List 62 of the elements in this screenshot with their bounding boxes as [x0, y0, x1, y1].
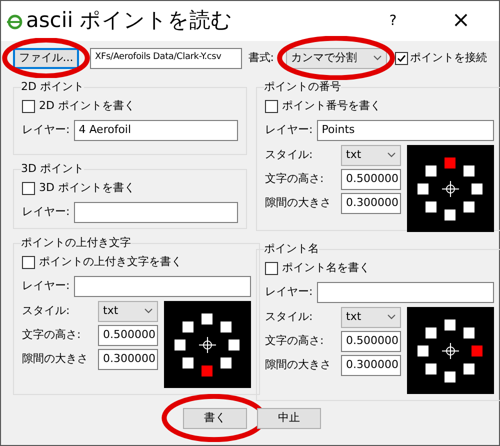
position-preview[interactable]: [164, 300, 251, 388]
checkbox[interactable]: [265, 100, 278, 113]
checkbox[interactable]: [22, 256, 35, 269]
field-label: 隙間の大きさ: [265, 194, 331, 211]
position-preview[interactable]: [407, 306, 494, 394]
checkbox[interactable]: [22, 100, 35, 113]
caret-icon: [144, 308, 153, 314]
checkbox-label: ポイントの上付き文字を書く: [39, 254, 182, 270]
position-preview[interactable]: [407, 144, 494, 232]
input-field[interactable]: [316, 282, 494, 302]
checkbox-label: 2D ポイントを書く: [39, 98, 135, 114]
field-label: スタイル:: [265, 146, 313, 163]
field-label: 文字の高さ:: [265, 170, 324, 187]
caret-icon: [387, 314, 396, 320]
input-field[interactable]: 0.500000: [341, 330, 401, 352]
checkbox-label: ポイント番号を書く: [282, 98, 381, 114]
input-field[interactable]: Points: [316, 120, 494, 140]
help-button[interactable]: ?: [381, 10, 405, 32]
group-title: ポイント名: [264, 241, 319, 257]
caret-icon: [387, 152, 396, 158]
group-title: ポイントの番号: [264, 79, 341, 95]
field-label: レイヤー:: [265, 122, 313, 138]
field-label: 隙間の大きさ: [22, 350, 88, 367]
input-field[interactable]: 0.500000: [341, 168, 401, 190]
input-field[interactable]: 0.500000: [98, 324, 158, 346]
group-title: ポイントの上付き文字: [21, 235, 131, 251]
field-label: レイヤー:: [22, 122, 70, 138]
checkbox-label: ポイントを接続: [410, 50, 487, 66]
caret-icon: [373, 55, 382, 61]
checkbox-label: 3D ポイントを書く: [39, 180, 135, 196]
checkbox[interactable]: [22, 182, 35, 195]
field-label: 隙間の大きさ: [265, 356, 331, 373]
input-field[interactable]: [74, 202, 238, 222]
write-button[interactable]: 書く: [183, 408, 247, 429]
dropdown[interactable]: txt: [98, 300, 158, 322]
input-field[interactable]: 4 Aerofoil: [74, 120, 238, 140]
group-title: 3D ポイント: [21, 161, 84, 177]
window-title: ascii ポイントを読む: [26, 7, 233, 34]
field-label: スタイル:: [22, 302, 70, 319]
input-field[interactable]: XFs/Aerofoils Data/Clark-Y.csv: [90, 48, 242, 68]
input-field[interactable]: 0.300000: [341, 354, 401, 376]
field-label: レイヤー:: [265, 284, 313, 300]
checkbox-label: ポイント名を書く: [282, 260, 370, 276]
field-label: 文字の高さ:: [265, 332, 324, 349]
file-button[interactable]: ファイル...: [13, 48, 79, 68]
group-title: 2D ポイント: [21, 79, 84, 95]
format-label: 書式:: [248, 50, 274, 66]
input-field[interactable]: 0.300000: [341, 192, 401, 214]
checkbox[interactable]: [265, 262, 278, 275]
checkbox[interactable]: [395, 52, 408, 64]
field-label: 文字の高さ:: [22, 326, 81, 343]
dropdown[interactable]: カンマで分割: [286, 48, 387, 68]
field-label: レイヤー:: [22, 278, 70, 294]
close-button[interactable]: ×: [449, 10, 473, 32]
input-field[interactable]: 0.300000: [98, 348, 158, 370]
cancel-button[interactable]: 中止: [257, 408, 321, 429]
field-label: レイヤー:: [22, 204, 70, 220]
dropdown[interactable]: txt: [341, 144, 401, 166]
input-field[interactable]: [74, 276, 251, 296]
field-label: スタイル:: [265, 308, 313, 325]
dropdown[interactable]: txt: [341, 306, 401, 328]
logo-icon: [7, 12, 23, 30]
